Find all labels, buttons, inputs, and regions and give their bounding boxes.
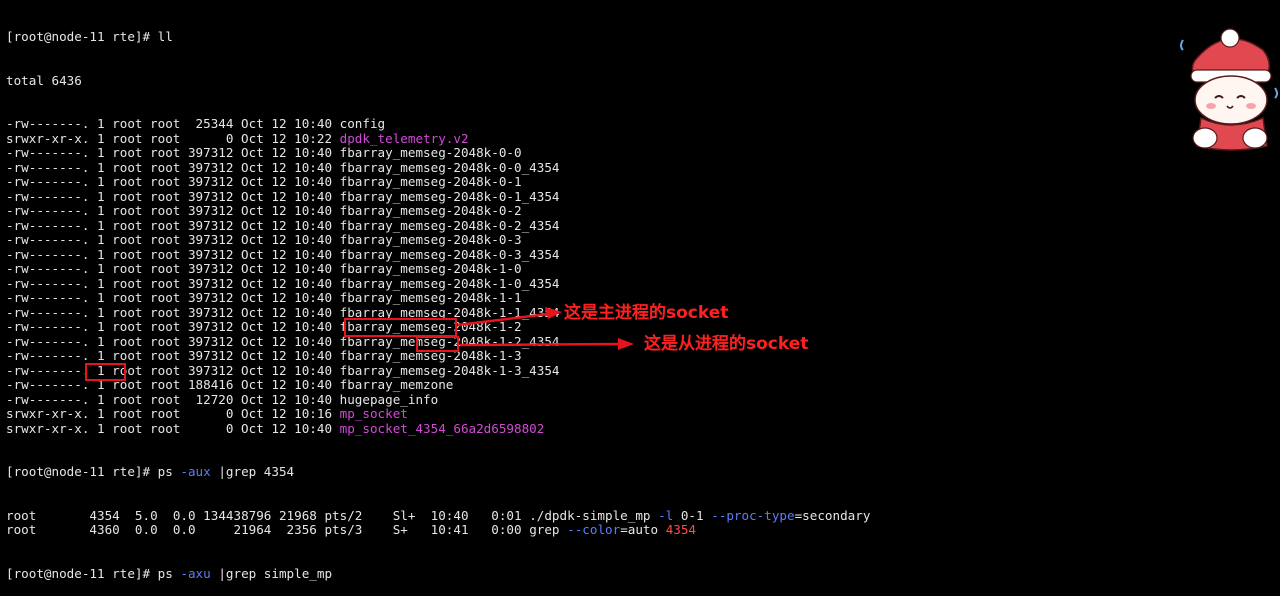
listing-row: -rw-------. 1 root root 397312 Oct 12 10… <box>6 174 1156 190</box>
file-name: dpdk_telemetry.v2 <box>339 130 469 146</box>
file-meta: -rw-------. 1 root root 397312 Oct 12 10… <box>6 319 340 334</box>
file-meta: srwxr-xr-x. 1 root root 0 Oct 12 10:40 <box>6 420 340 436</box>
ps-row: root 4354 5.0 0.0 134438796 21968 pts/2 … <box>6 507 1156 524</box>
file-name: mp_socket_4354_66a2d6598802 <box>339 420 545 436</box>
secondary-pid-suffix-highlight-box <box>416 336 459 352</box>
ps-pid: 4354 <box>74 507 120 523</box>
file-meta: -rw-------. 1 root root 397312 Oct 12 10… <box>6 174 340 189</box>
file-name: fbarray_memseg-2048k-0-0 <box>339 145 522 160</box>
pid-4354-highlight-box <box>85 363 126 381</box>
listing-row: -rw-------. 1 root root 397312 Oct 12 10… <box>6 232 1156 248</box>
file-name: fbarray_memseg-2048k-1-1 <box>339 290 522 305</box>
file-meta: -rw-------. 1 root root 397312 Oct 12 10… <box>6 188 340 204</box>
prompt-ll: [root@node-11 rte]# ll <box>6 29 173 44</box>
grep-match: 4354 <box>665 522 697 537</box>
file-name: fbarray_memseg-2048k-0-1 <box>339 174 522 189</box>
grep-text: |grep 4354 <box>210 464 295 479</box>
file-meta: -rw-------. 1 root root 188416 Oct 12 10… <box>6 377 340 392</box>
file-meta: -rw-------. 1 root root 397312 Oct 12 10… <box>6 232 340 247</box>
ps-fields: 5.0 0.0 134438796 21968 pts/2 Sl+ 10:40 … <box>119 507 530 523</box>
listing-row: -rw-------. 1 root root 397312 Oct 12 10… <box>6 188 1156 205</box>
ps-command-arg: =auto <box>620 522 666 537</box>
listing-row: -rw-------. 1 root root 397312 Oct 12 10… <box>6 145 1156 161</box>
ps-command: grep <box>529 522 568 537</box>
listing-row: -rw-------. 1 root root 397312 Oct 12 10… <box>6 261 1156 277</box>
listing-row: -rw-------. 1 root root 397312 Oct 12 10… <box>6 246 1156 263</box>
file-meta: -rw-------. 1 root root 397312 Oct 12 10… <box>6 145 340 160</box>
listing-row: -rw-------. 1 root root 397312 Oct 12 10… <box>6 203 1156 219</box>
file-meta: -rw-------. 1 root root 397312 Oct 12 10… <box>6 304 340 320</box>
file-meta: -rw-------. 1 root root 397312 Oct 12 10… <box>6 275 340 291</box>
listing-row: -rw-------. 1 root root 25344 Oct 12 10:… <box>6 116 1156 132</box>
ps-row: root 4360 0.0 0.0 21964 2356 pts/3 S+ 10… <box>6 522 1156 538</box>
file-name: hugepage_info <box>339 391 439 407</box>
ps-flag: -l <box>658 507 674 523</box>
listing-row: -rw-------. 1 root root 12720 Oct 12 10:… <box>6 391 1156 408</box>
total-line: total 6436 <box>6 72 82 88</box>
file-meta: -rw-------. 1 root root 397312 Oct 12 10… <box>6 203 340 218</box>
mp-socket-highlight-box <box>344 318 457 337</box>
file-name: fbarray_memseg-2048k-0-0_4354 <box>339 159 560 175</box>
file-meta: -rw-------. 1 root root 25344 Oct 12 10:… <box>6 116 340 131</box>
file-meta: -rw-------. 1 root root 397312 Oct 12 10… <box>6 348 340 363</box>
listing-row: -rw-------. 1 root root 397312 Oct 12 10… <box>6 217 1156 234</box>
ps-flag: -axu <box>180 565 211 581</box>
ps-command-arg: =secondary <box>794 507 871 523</box>
prompt-text: [root@node-11 rte]# ps <box>6 464 181 479</box>
file-name: fbarray_memseg-2048k-0-1_4354 <box>339 188 560 204</box>
file-meta: -rw-------. 1 root root 397312 Oct 12 10… <box>6 333 340 349</box>
file-meta: srwxr-xr-x. 1 root root 0 Oct 12 10:22 <box>6 130 340 146</box>
grep-text: |grep simple_mp <box>210 565 333 581</box>
file-meta: srwxr-xr-x. 1 root root 0 Oct 12 10:16 <box>6 406 340 421</box>
ps-flag: --proc-type <box>711 507 795 523</box>
prompt-ps-axu: [root@node-11 rte]# ps -axu |grep simple… <box>6 565 1156 582</box>
file-name: fbarray_memseg-2048k-0-2 <box>339 203 522 218</box>
file-name: mp_socket <box>339 406 408 421</box>
listing-row: srwxr-xr-x. 1 root root 0 Oct 12 10:40 m… <box>6 420 1156 437</box>
file-meta: -rw-------. 1 root root 397312 Oct 12 10… <box>6 261 340 276</box>
file-name: fbarray_memseg-2048k-0-3_4354 <box>339 246 560 262</box>
ps-user: root <box>6 522 75 537</box>
ps-user: root <box>6 507 75 523</box>
listing-row: -rw-------. 1 root root 188416 Oct 12 10… <box>6 377 1156 393</box>
listing-row: -rw-------. 1 root root 397312 Oct 12 10… <box>6 275 1156 292</box>
listing-row: -rw-------. 1 root root 397312 Oct 12 10… <box>6 362 1156 379</box>
file-name: fbarray_memseg-2048k-1-3_4354 <box>339 362 560 378</box>
file-meta: -rw-------. 1 root root 397312 Oct 12 10… <box>6 217 340 233</box>
file-name: fbarray_memseg-2048k-1-0_4354 <box>339 275 560 291</box>
file-meta: -rw-------. 1 root root 397312 Oct 12 10… <box>6 290 340 305</box>
listing-row: -rw-------. 1 root root 397312 Oct 12 10… <box>6 159 1156 176</box>
ps-fields: 0.0 0.0 21964 2356 pts/3 S+ 10:41 0:00 <box>119 522 530 537</box>
arrow-to-secondary-label <box>459 338 634 350</box>
prompt-text: [root@node-11 rte]# ps <box>6 565 181 581</box>
ps-command-arg: 0-1 <box>673 507 712 523</box>
file-name: fbarray_memseg-2048k-0-2_4354 <box>339 217 560 233</box>
listing-row: srwxr-xr-x. 1 root root 0 Oct 12 10:16 m… <box>6 406 1156 422</box>
file-name: config <box>339 116 386 131</box>
file-meta: -rw-------. 1 root root 397312 Oct 12 10… <box>6 362 340 378</box>
snow-doll-sticker-icon <box>1180 28 1278 151</box>
file-name: fbarray_memzone <box>339 377 454 392</box>
secondary-socket-annotation: 这是从进程的socket <box>644 334 809 354</box>
file-name: fbarray_memseg-2048k-1-0 <box>339 261 522 276</box>
ps-output: root 4354 5.0 0.0 134438796 21968 pts/2 … <box>6 507 1156 538</box>
primary-socket-annotation: 这是主进程的socket <box>564 303 729 323</box>
ps-flag: -aux <box>180 464 211 479</box>
file-meta: -rw-------. 1 root root 12720 Oct 12 10:… <box>6 391 340 407</box>
file-meta: -rw-------. 1 root root 397312 Oct 12 10… <box>6 246 340 262</box>
file-name: fbarray_memseg-2048k-0-3 <box>339 232 522 247</box>
terminal-output[interactable]: [root@node-11 rte]# ll total 6436 -rw---… <box>6 1 1156 596</box>
file-meta: -rw-------. 1 root root 397312 Oct 12 10… <box>6 159 340 175</box>
ps-command: ./dpdk-simple_mp <box>529 507 659 523</box>
arrow-to-primary-label <box>457 307 562 327</box>
prompt-ps-aux: [root@node-11 rte]# ps -aux |grep 4354 <box>6 464 1156 480</box>
ps-pid: 4360 <box>74 522 120 537</box>
listing-row: srwxr-xr-x. 1 root root 0 Oct 12 10:22 d… <box>6 130 1156 147</box>
ps-flag: --color <box>567 522 621 537</box>
file-listing: -rw-------. 1 root root 25344 Oct 12 10:… <box>6 116 1156 437</box>
